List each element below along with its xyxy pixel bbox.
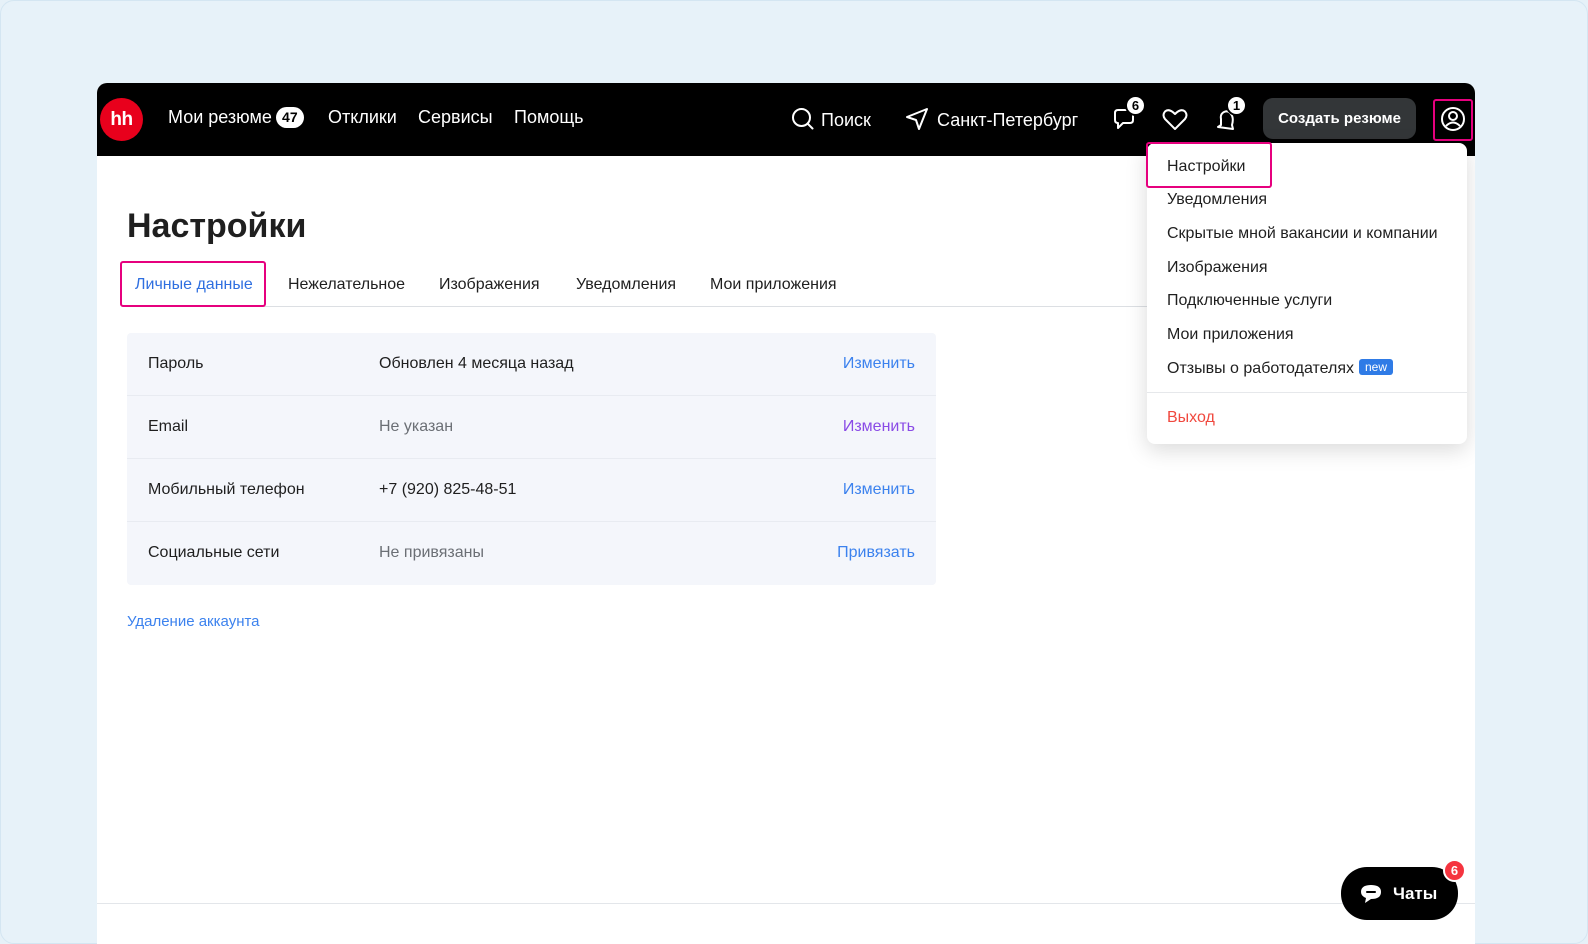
menu-item-notifications[interactable]: Уведомления: [1167, 191, 1267, 209]
menu-item-settings[interactable]: Настройки: [1167, 158, 1245, 176]
table-row: Социальные сети Не привязаны Привязать: [127, 522, 936, 585]
tab-unwanted[interactable]: Нежелательное: [288, 276, 405, 294]
row-value: +7 (920) 825-48-51: [379, 481, 517, 498]
new-badge: new: [1359, 359, 1394, 375]
change-email-link[interactable]: Изменить: [843, 418, 915, 436]
tab-images[interactable]: Изображения: [439, 276, 540, 294]
chats-label: Чаты: [1393, 884, 1438, 903]
nav-responses[interactable]: Отклики: [328, 107, 397, 128]
search-label: Поиск: [821, 110, 871, 130]
city-selector[interactable]: Санкт-Петербург: [905, 107, 1078, 131]
search-icon: [792, 108, 814, 130]
menu-item-hidden-vacancies[interactable]: Скрытые мной вакансии и компании: [1167, 225, 1438, 243]
tab-my-apps[interactable]: Мои приложения: [710, 276, 837, 294]
menu-item-employer-reviews[interactable]: Отзывы о работодателях new: [1167, 359, 1394, 378]
create-resume-button[interactable]: Создать резюме: [1263, 98, 1416, 139]
nav-services[interactable]: Сервисы: [418, 107, 493, 128]
location-arrow-icon: [906, 108, 928, 130]
chat-icon: [1361, 885, 1381, 903]
row-value: Обновлен 4 месяца назад: [379, 355, 574, 372]
row-value: Не указан: [379, 418, 454, 435]
menu-item-logout[interactable]: Выход: [1167, 409, 1215, 427]
row-label: Социальные сети: [148, 544, 280, 561]
nav-help[interactable]: Помощь: [514, 107, 584, 128]
row-label: Мобильный телефон: [148, 481, 305, 498]
search-button[interactable]: Поиск: [791, 107, 871, 131]
notifications-button[interactable]: 1: [1213, 95, 1247, 138]
employer-reviews-label: Отзывы о работодателях: [1167, 360, 1354, 377]
tab-personal-data[interactable]: Личные данные: [135, 276, 253, 294]
chats-count-badge: 6: [1443, 859, 1466, 882]
row-value: Не привязаны: [379, 544, 484, 561]
messages-button[interactable]: 6: [1111, 95, 1146, 138]
hh-logo[interactable]: hh: [100, 98, 143, 141]
change-phone-link[interactable]: Изменить: [843, 481, 915, 499]
notifications-count-badge: 1: [1226, 95, 1247, 116]
profile-dropdown-menu: Настройки Уведомления Скрытые мной вакан…: [1146, 142, 1467, 444]
footer-divider: [97, 903, 1475, 904]
delete-account-link[interactable]: Удаление аккаунта: [127, 613, 260, 630]
nav-my-resumes-label: Мои резюме: [168, 107, 272, 127]
page-title: Настройки: [127, 207, 307, 245]
nav-my-resumes[interactable]: Мои резюме 47: [168, 107, 304, 128]
table-row: Пароль Обновлен 4 месяца назад Изменить: [127, 333, 936, 396]
table-row: Email Не указан Изменить: [127, 396, 936, 459]
menu-item-images[interactable]: Изображения: [1167, 259, 1268, 277]
chats-button[interactable]: Чаты 6: [1341, 859, 1466, 920]
favorites-button[interactable]: [1161, 106, 1189, 137]
browser-window: hh Мои резюме 47 Отклики Сервисы Помощь П…: [97, 83, 1475, 944]
user-circle-icon: [1441, 107, 1465, 131]
menu-item-my-apps[interactable]: Мои приложения: [1167, 326, 1294, 344]
row-label: Email: [148, 418, 189, 435]
messages-count-badge: 6: [1125, 95, 1146, 116]
link-social-link[interactable]: Привязать: [837, 544, 915, 562]
resumes-count-badge: 47: [275, 107, 304, 128]
settings-tabs: Личные данные Нежелательное Изображения …: [120, 261, 1153, 307]
menu-divider: [1147, 392, 1467, 393]
table-row: Мобильный телефон +7 (920) 825-48-51 Изм…: [127, 459, 936, 522]
row-label: Пароль: [148, 355, 204, 372]
tab-notifications[interactable]: Уведомления: [576, 276, 676, 294]
menu-item-connected-services[interactable]: Подключенные услуги: [1167, 292, 1332, 310]
change-password-link[interactable]: Изменить: [843, 355, 915, 373]
heart-icon: [1162, 109, 1188, 130]
profile-menu-button[interactable]: [1433, 99, 1473, 141]
personal-data-table: Пароль Обновлен 4 месяца назад Изменить …: [127, 333, 936, 585]
city-label: Санкт-Петербург: [937, 110, 1079, 130]
